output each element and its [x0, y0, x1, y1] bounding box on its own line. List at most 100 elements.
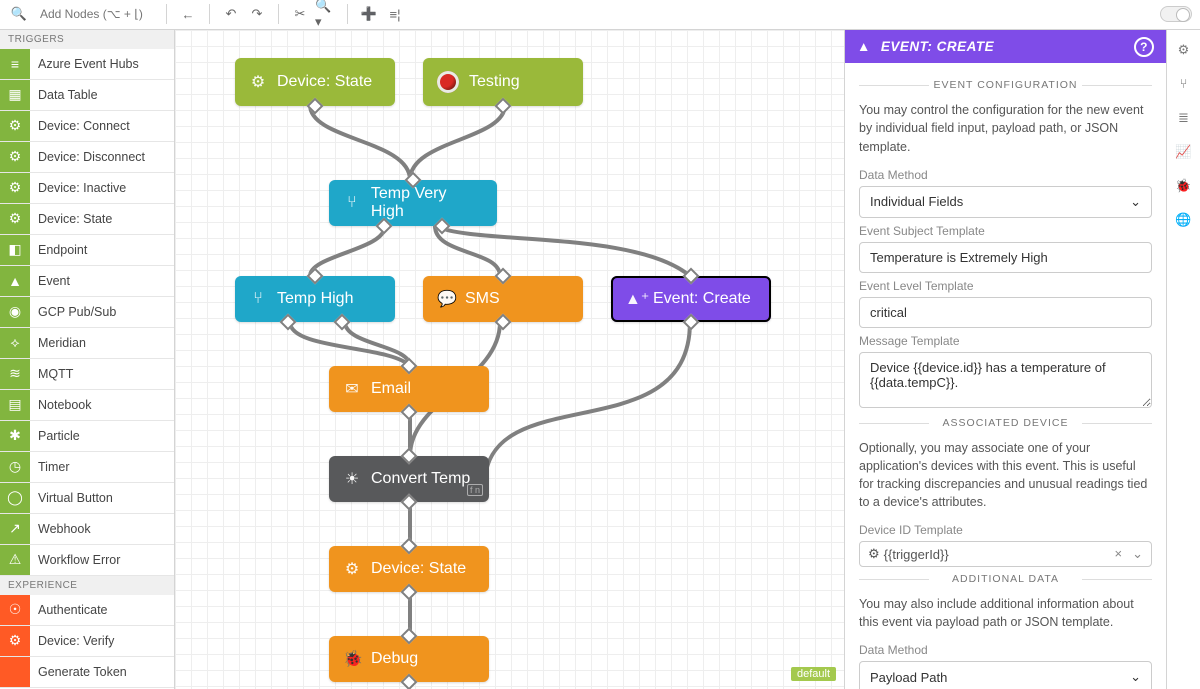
palette-item[interactable]: ◧Endpoint	[0, 235, 174, 266]
chevron-down-icon: ⌄	[1130, 669, 1141, 685]
chat-icon: 💬	[437, 289, 455, 309]
node-label: Device: State	[371, 560, 466, 578]
node-debug[interactable]: 🐞 Debug	[329, 636, 489, 682]
version-badge: default	[791, 667, 836, 681]
palette-item[interactable]: ⚙Device: State	[0, 204, 174, 235]
workflow-canvas[interactable]: ⚙ Device: State Testing ⑂ Temp Very High…	[175, 30, 844, 689]
node-sms[interactable]: 💬 SMS	[423, 276, 583, 322]
palette-item[interactable]: ≡Azure Event Hubs	[0, 49, 174, 80]
alert-icon: ▲	[857, 39, 871, 54]
palette-item[interactable]: ◉GCP Pub/Sub	[0, 297, 174, 328]
palette-item[interactable]: ◯Virtual Button	[0, 483, 174, 514]
palette-item[interactable]: ☉Authenticate	[0, 595, 174, 626]
node-search[interactable]	[34, 5, 156, 23]
palette-item[interactable]: ⚠Workflow Error	[0, 545, 174, 576]
redo-button[interactable]: ↷	[246, 3, 268, 25]
section-title-extra: ADDITIONAL DATA	[859, 573, 1152, 585]
event-subject-input[interactable]	[859, 242, 1152, 273]
zoom-button[interactable]: 🔍▾	[315, 3, 337, 25]
gear-icon: ⚙	[868, 546, 880, 562]
metrics-tab[interactable]: 📈	[1174, 142, 1194, 162]
device-id-value: {{triggerId}}	[884, 547, 949, 562]
clear-icon[interactable]: ×	[1115, 546, 1123, 562]
palette-item-label: Meridian	[38, 336, 86, 350]
cut-button[interactable]: ✂	[289, 3, 311, 25]
help-button[interactable]: ?	[1134, 37, 1154, 57]
extra-data-method-select[interactable]: Payload Path ⌄	[859, 661, 1152, 689]
palette-item[interactable]: ✱ Particle	[0, 421, 174, 452]
node-device-state-action[interactable]: ⚙ Device: State	[329, 546, 489, 592]
storage-tab[interactable]: ≣	[1174, 108, 1194, 128]
node-label: SMS	[465, 290, 500, 308]
palette-item[interactable]: ⟡Meridian	[0, 328, 174, 359]
node-testing[interactable]: Testing	[423, 58, 583, 106]
search-icon: 🔍	[8, 3, 30, 25]
add-button[interactable]: ➕	[358, 3, 380, 25]
panel-title: EVENT: CREATE	[881, 39, 994, 54]
branch-icon: ⑂	[343, 194, 361, 212]
palette-item-label: Event	[38, 274, 70, 288]
node-temp-high[interactable]: ⑂ Temp High	[235, 276, 395, 322]
back-button[interactable]: ←	[177, 3, 199, 25]
undo-button[interactable]: ↶	[220, 3, 242, 25]
top-toolbar: 🔍 ← ↶ ↷ ✂ 🔍▾ ➕ ≡¦	[0, 0, 1200, 30]
palette-item-icon: ☉	[0, 595, 30, 625]
debug-tab[interactable]: 🐞	[1174, 176, 1194, 196]
palette-item-icon: ≡	[0, 49, 30, 79]
palette-item-icon: ⚙	[0, 111, 30, 141]
palette-item[interactable]: ⚙Device: Disconnect	[0, 142, 174, 173]
toggle-switch[interactable]	[1160, 6, 1192, 22]
node-label: Temp High	[277, 290, 353, 308]
palette-item-label: Device: Verify	[38, 634, 114, 648]
palette-item[interactable]: ▦Data Table	[0, 80, 174, 111]
connections-layer	[175, 30, 844, 689]
settings-tab[interactable]: ⚙	[1174, 40, 1194, 60]
node-event-create[interactable]: ▲⁺ Event: Create	[611, 276, 771, 322]
section-desc: Optionally, you may associate one of you…	[859, 439, 1152, 512]
palette-item[interactable]: ⚙Device: Inactive	[0, 173, 174, 204]
palette-item-icon: ▤	[0, 390, 30, 420]
palette-item-icon: ◧	[0, 235, 30, 265]
palette-item[interactable]: ⚙Device: Connect	[0, 111, 174, 142]
palette-item-label: Device: State	[38, 212, 112, 226]
palette-item-icon: ◯	[0, 483, 30, 513]
node-palette: TRIGGERS ≡Azure Event Hubs▦Data Table⚙De…	[0, 30, 175, 689]
palette-item-label: Workflow Error	[38, 553, 120, 567]
node-temp-very-high[interactable]: ⑂ Temp Very High	[329, 180, 497, 226]
palette-item[interactable]: ▲Event	[0, 266, 174, 297]
event-level-input[interactable]	[859, 297, 1152, 328]
palette-item[interactable]: ⚙ Device: Verify	[0, 626, 174, 657]
data-method-select[interactable]: Individual Fields ⌄	[859, 186, 1152, 218]
node-device-state-trigger[interactable]: ⚙ Device: State	[235, 58, 395, 106]
palette-item[interactable]: ▤Notebook	[0, 390, 174, 421]
palette-item-icon: ◷	[0, 452, 30, 482]
node-email[interactable]: ✉ Email	[329, 366, 489, 412]
device-id-input[interactable]: ⚙ {{triggerId}} × ⌄	[859, 541, 1152, 567]
palette-item[interactable]: ≋MQTT	[0, 359, 174, 390]
globe-tab[interactable]: 🌐	[1174, 210, 1194, 230]
select-value: Individual Fields	[870, 194, 963, 209]
node-search-input[interactable]	[40, 7, 150, 21]
side-tab-strip: ⚙ ⑂ ≣ 📈 🐞 🌐	[1166, 30, 1200, 689]
palette-item-icon: ⚙	[0, 626, 30, 656]
align-button[interactable]: ≡¦	[384, 3, 406, 25]
palette-item[interactable]: ◷Timer	[0, 452, 174, 483]
field-label: Message Template	[859, 334, 1152, 348]
palette-item-label: Particle	[38, 429, 80, 443]
field-label: Event Subject Template	[859, 224, 1152, 238]
palette-item-icon: ▦	[0, 80, 30, 110]
palette-item[interactable]: ↗Webhook	[0, 514, 174, 545]
chevron-down-icon[interactable]: ⌄	[1132, 546, 1143, 562]
properties-panel: ▲ EVENT: CREATE ? EVENT CONFIGURATION Yo…	[844, 30, 1166, 689]
palette-item-label: Device: Disconnect	[38, 150, 145, 164]
node-label: Device: State	[277, 73, 372, 91]
palette-item-icon: ✱	[0, 421, 30, 451]
palette-item[interactable]: Generate Token	[0, 657, 174, 688]
node-label: Temp Very High	[371, 185, 483, 221]
field-label: Device ID Template	[859, 523, 1152, 537]
field-label: Event Level Template	[859, 279, 1152, 293]
versions-tab[interactable]: ⑂	[1174, 74, 1194, 94]
node-label: Debug	[371, 650, 418, 668]
message-template-input[interactable]	[859, 352, 1152, 408]
node-convert-temp[interactable]: ☀ Convert Temp f n	[329, 456, 489, 502]
